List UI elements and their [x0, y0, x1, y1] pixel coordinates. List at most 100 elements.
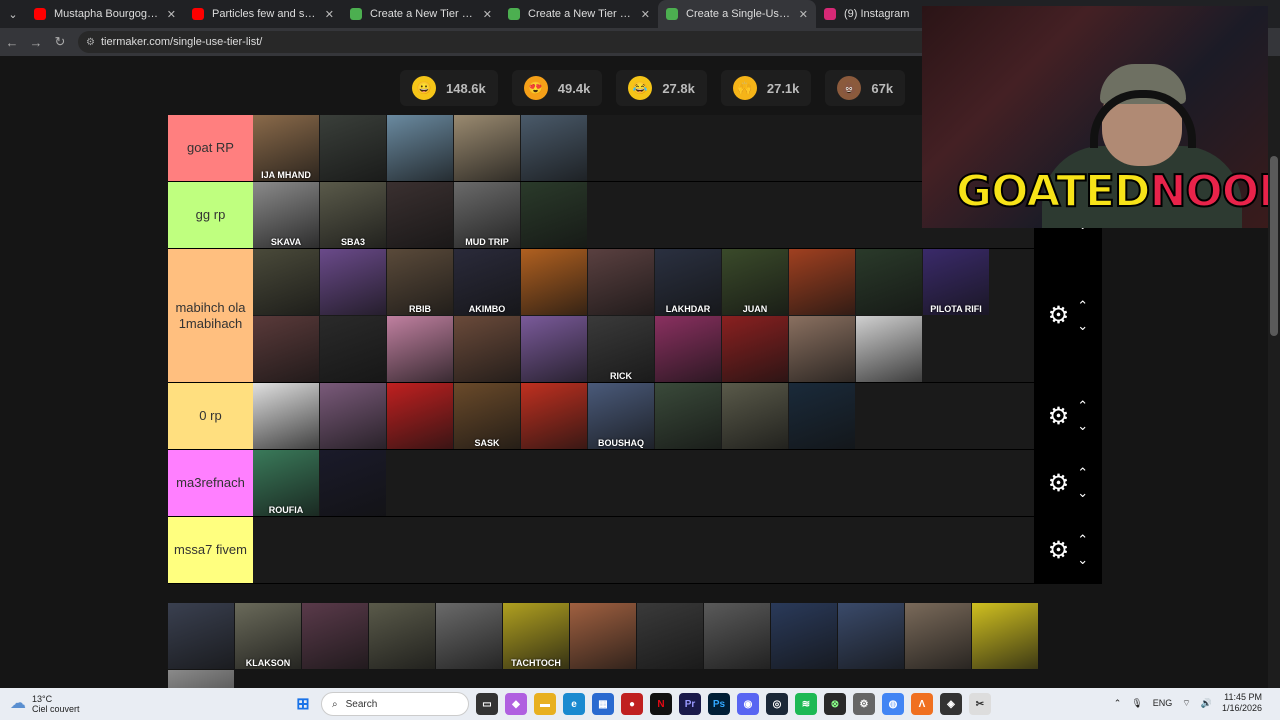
chevron-up-icon[interactable]: ⌃	[1114, 698, 1122, 709]
back-icon[interactable]: ←	[0, 35, 24, 50]
character-tile[interactable]	[905, 603, 971, 669]
chrome-icon[interactable]: ◍	[882, 693, 904, 715]
character-tile[interactable]	[838, 603, 904, 669]
character-tile[interactable]	[320, 249, 386, 315]
netflix-icon[interactable]: N	[650, 693, 672, 715]
reaction-button[interactable]: 😍 49.4k	[511, 70, 603, 106]
character-tile[interactable]	[521, 182, 587, 248]
character-tile[interactable]	[320, 115, 386, 181]
character-tile[interactable]: SASK	[454, 383, 520, 449]
chevron-up-icon[interactable]: ⌃	[1077, 466, 1088, 479]
page-scrollbar[interactable]	[1268, 56, 1280, 688]
character-tile[interactable]	[253, 249, 319, 315]
character-tile[interactable]	[521, 249, 587, 315]
settings-icon[interactable]: ⚙	[853, 693, 875, 715]
character-tile[interactable]	[369, 603, 435, 669]
character-tile[interactable]	[789, 249, 855, 315]
tier-items[interactable]	[253, 517, 1034, 583]
xbox-icon[interactable]: ⊗	[824, 693, 846, 715]
tier-label[interactable]: mabihch ola 1mabihach	[168, 249, 253, 382]
browser-tab[interactable]: Create a New Tier List - TierMa ✕	[342, 0, 500, 28]
chevron-down-icon[interactable]: ⌄	[1077, 553, 1088, 566]
tier-label[interactable]: 0 rp	[168, 383, 253, 449]
character-tile[interactable]	[387, 316, 453, 382]
character-tile[interactable]	[320, 316, 386, 382]
forward-icon[interactable]: →	[24, 35, 48, 50]
character-tile[interactable]	[387, 115, 453, 181]
character-tile[interactable]	[253, 316, 319, 382]
browser-tab[interactable]: Particles few and small Black Sc ✕	[184, 0, 342, 28]
character-tile[interactable]: BOUSHAQ	[588, 383, 654, 449]
character-tile[interactable]	[320, 383, 386, 449]
character-tile[interactable]	[320, 450, 386, 516]
character-tile[interactable]	[789, 383, 855, 449]
character-tile[interactable]	[655, 383, 721, 449]
character-tile[interactable]: LAKHDAR	[655, 249, 721, 315]
url-field[interactable]: ⚙ tiermaker.com/single-use-tier-list/	[78, 31, 958, 53]
character-tile[interactable]: AKIMBO	[454, 249, 520, 315]
character-tile[interactable]	[387, 383, 453, 449]
discord-icon[interactable]: ◉	[737, 693, 759, 715]
browser-tab[interactable]: Create a Single-Use Tier List (P ✕	[658, 0, 816, 28]
character-tile[interactable]	[856, 316, 922, 382]
character-tile[interactable]	[387, 182, 453, 248]
tab-search-icon[interactable]: ⌄	[0, 0, 26, 28]
reaction-button[interactable]: 😂 27.8k	[616, 70, 707, 106]
tab-close-icon[interactable]: ✕	[325, 8, 334, 21]
snipping-tool-icon[interactable]: ✂	[969, 693, 991, 715]
character-tile[interactable]	[588, 249, 654, 315]
file-explorer-icon[interactable]: ▬	[534, 693, 556, 715]
language-indicator[interactable]: ENG	[1153, 698, 1173, 708]
clock[interactable]: 11:45 PM 1/16/2026	[1222, 692, 1262, 714]
character-tile[interactable]	[168, 670, 234, 688]
character-tile[interactable]	[168, 603, 234, 669]
gear-icon[interactable]: ⚙	[1048, 301, 1070, 330]
chevron-down-icon[interactable]: ⌄	[1077, 419, 1088, 432]
character-tile[interactable]	[972, 603, 1038, 669]
steam-icon[interactable]: ◎	[766, 693, 788, 715]
chevron-down-icon[interactable]: ⌄	[1077, 486, 1088, 499]
gear-icon[interactable]: ⚙	[1048, 402, 1070, 431]
character-tile[interactable]	[637, 603, 703, 669]
character-tile[interactable]	[704, 603, 770, 669]
character-tile[interactable]: KLAKSON	[235, 603, 301, 669]
reaction-button[interactable]: 💩 67k	[825, 70, 906, 106]
task-view-icon[interactable]: ▭	[476, 693, 498, 715]
character-tile[interactable]: PILOTA RIFI	[923, 249, 989, 315]
tier-items[interactable]: SKAVA SBA3 MUD TRIP	[253, 182, 1034, 248]
tab-close-icon[interactable]: ✕	[167, 8, 176, 21]
character-tile[interactable]	[521, 383, 587, 449]
site-info-icon[interactable]: ⚙	[86, 37, 95, 48]
character-tile[interactable]	[722, 316, 788, 382]
photoshop-icon[interactable]: Ps	[708, 693, 730, 715]
character-tile[interactable]: ROUFIA	[253, 450, 319, 516]
tier-label[interactable]: ma3refnach	[168, 450, 253, 516]
character-tile[interactable]: IJA MHAND	[253, 115, 319, 181]
character-tile[interactable]: MUD TRIP	[454, 182, 520, 248]
tab-close-icon[interactable]: ✕	[641, 8, 650, 21]
character-tile[interactable]	[771, 603, 837, 669]
character-tile[interactable]	[789, 316, 855, 382]
character-tile[interactable]	[856, 249, 922, 315]
reaction-button[interactable]: 🙌 27.1k	[720, 70, 812, 106]
tier-label[interactable]: goat RP	[168, 115, 253, 181]
character-tile[interactable]: SKAVA	[253, 182, 319, 248]
gear-icon[interactable]: ⚙	[1048, 469, 1070, 498]
chevron-up-icon[interactable]: ⌃	[1077, 299, 1088, 312]
premiere-icon[interactable]: Pr	[679, 693, 701, 715]
character-tile[interactable]	[521, 115, 587, 181]
tier-items[interactable]: ROUFIA	[253, 450, 1034, 516]
character-tile[interactable]	[253, 383, 319, 449]
tier-label[interactable]: mssa7 fivem	[168, 517, 253, 583]
tab-close-icon[interactable]: ✕	[799, 8, 808, 21]
character-tile[interactable]: RBIB	[387, 249, 453, 315]
browser-tab[interactable]: Create a New Tier List - TierMa ✕	[500, 0, 658, 28]
character-tile[interactable]: JUAN	[722, 249, 788, 315]
character-tile[interactable]: SBA3	[320, 182, 386, 248]
weather-widget[interactable]: ☁ 13°C Ciel couvert	[0, 694, 120, 714]
tier-items[interactable]: IJA MHAND	[253, 115, 1034, 181]
scrollbar-thumb[interactable]	[1270, 156, 1278, 336]
tier-items[interactable]: RBIB AKIMBO LAKHDAR JUAN PILOTA RIFI RICK	[253, 249, 1034, 382]
wifi-icon[interactable]: ⌔	[1182, 698, 1190, 709]
gear-icon[interactable]: ⚙	[1048, 536, 1070, 565]
